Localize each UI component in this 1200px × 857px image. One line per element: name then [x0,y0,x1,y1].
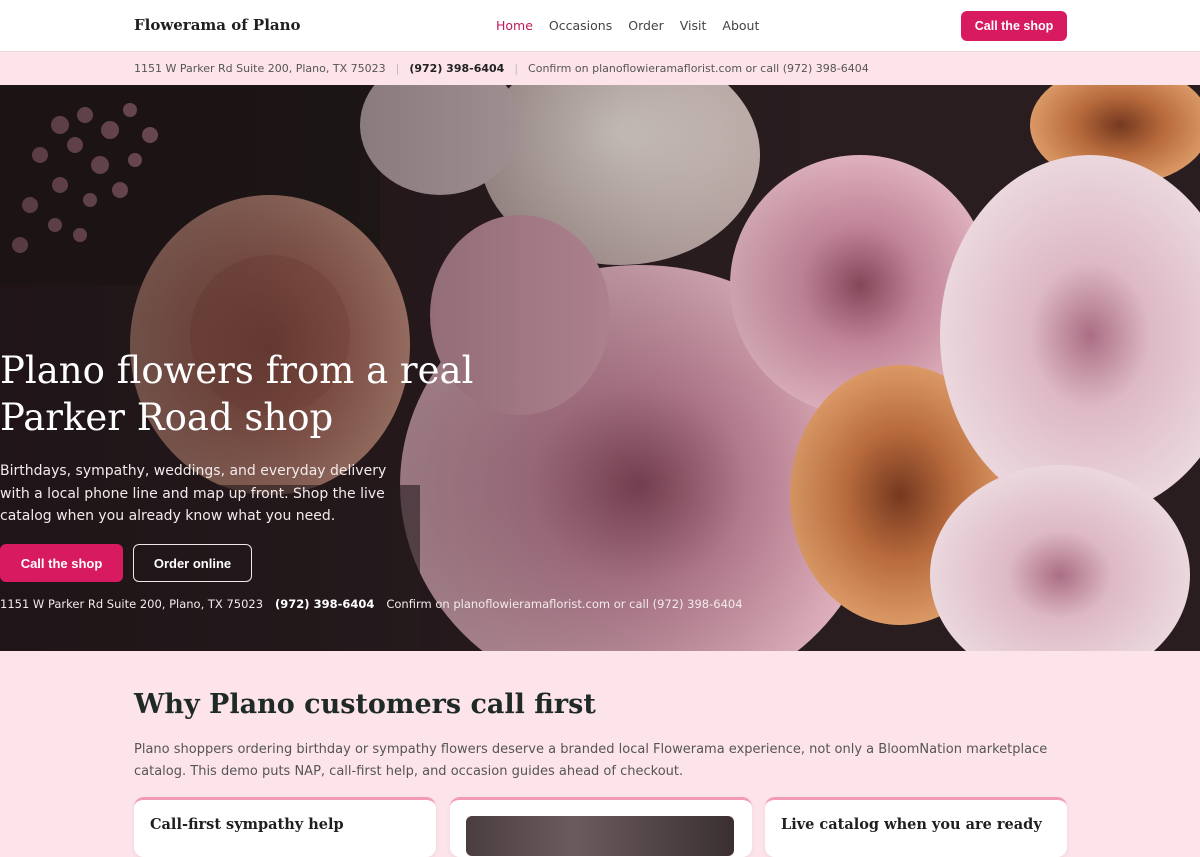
nav-occasions[interactable]: Occasions [549,18,612,33]
nav-about[interactable]: About [722,18,759,33]
hero-order-online-button[interactable]: Order online [133,544,252,582]
card-title: Call-first sympathy help [150,816,344,833]
brand-logo[interactable]: Flowerama of Plano [134,16,301,34]
hero-confirm: Confirm on planoflowieramaflorist.com or… [386,597,743,611]
nap-phone[interactable]: (972) 398-6404 [409,62,504,75]
hero-subtitle: Birthdays, sympathy, weddings, and every… [0,463,387,524]
nav-order[interactable]: Order [628,18,664,33]
card-image[interactable] [450,797,752,857]
site-header: Flowerama of Plano Home Occasions Order … [0,0,1200,52]
card-title: Live catalog when you are ready [781,816,1042,833]
hero-address: 1151 W Parker Rd Suite 200, Plano, TX 75… [0,597,264,611]
why-body: Plano shoppers ordering birthday or symp… [134,742,1048,779]
separator: | [395,62,400,75]
separator: | [514,62,519,75]
nav-visit[interactable]: Visit [680,18,707,33]
hero-call-button[interactable]: Call the shop [0,544,123,582]
card-live-catalog[interactable]: Live catalog when you are ready [765,797,1067,857]
nap-bar: 1151 W Parker Rd Suite 200, Plano, TX 75… [0,52,1200,85]
card-sympathy[interactable]: Call-first sympathy help [134,797,436,857]
hero-title: Plano flowers from a real Parker Road sh… [0,349,474,439]
header-call-button[interactable]: Call the shop [961,11,1067,41]
why-section: Why Plano customers call first Plano sho… [0,651,1200,857]
why-title: Why Plano customers call first [134,689,596,720]
nap-address: 1151 W Parker Rd Suite 200, Plano, TX 75… [134,62,386,75]
nav-home[interactable]: Home [496,18,533,33]
hero-phone[interactable]: (972) 398-6404 [275,597,374,611]
hero: Plano flowers from a real Parker Road sh… [0,85,1200,651]
hero-nap: 1151 W Parker Rd Suite 200, Plano, TX 75… [0,597,743,611]
main-nav: Home Occasions Order Visit About [496,18,759,33]
nap-confirm: Confirm on planoflowieramaflorist.com or… [528,62,869,75]
card-photo [466,816,734,856]
